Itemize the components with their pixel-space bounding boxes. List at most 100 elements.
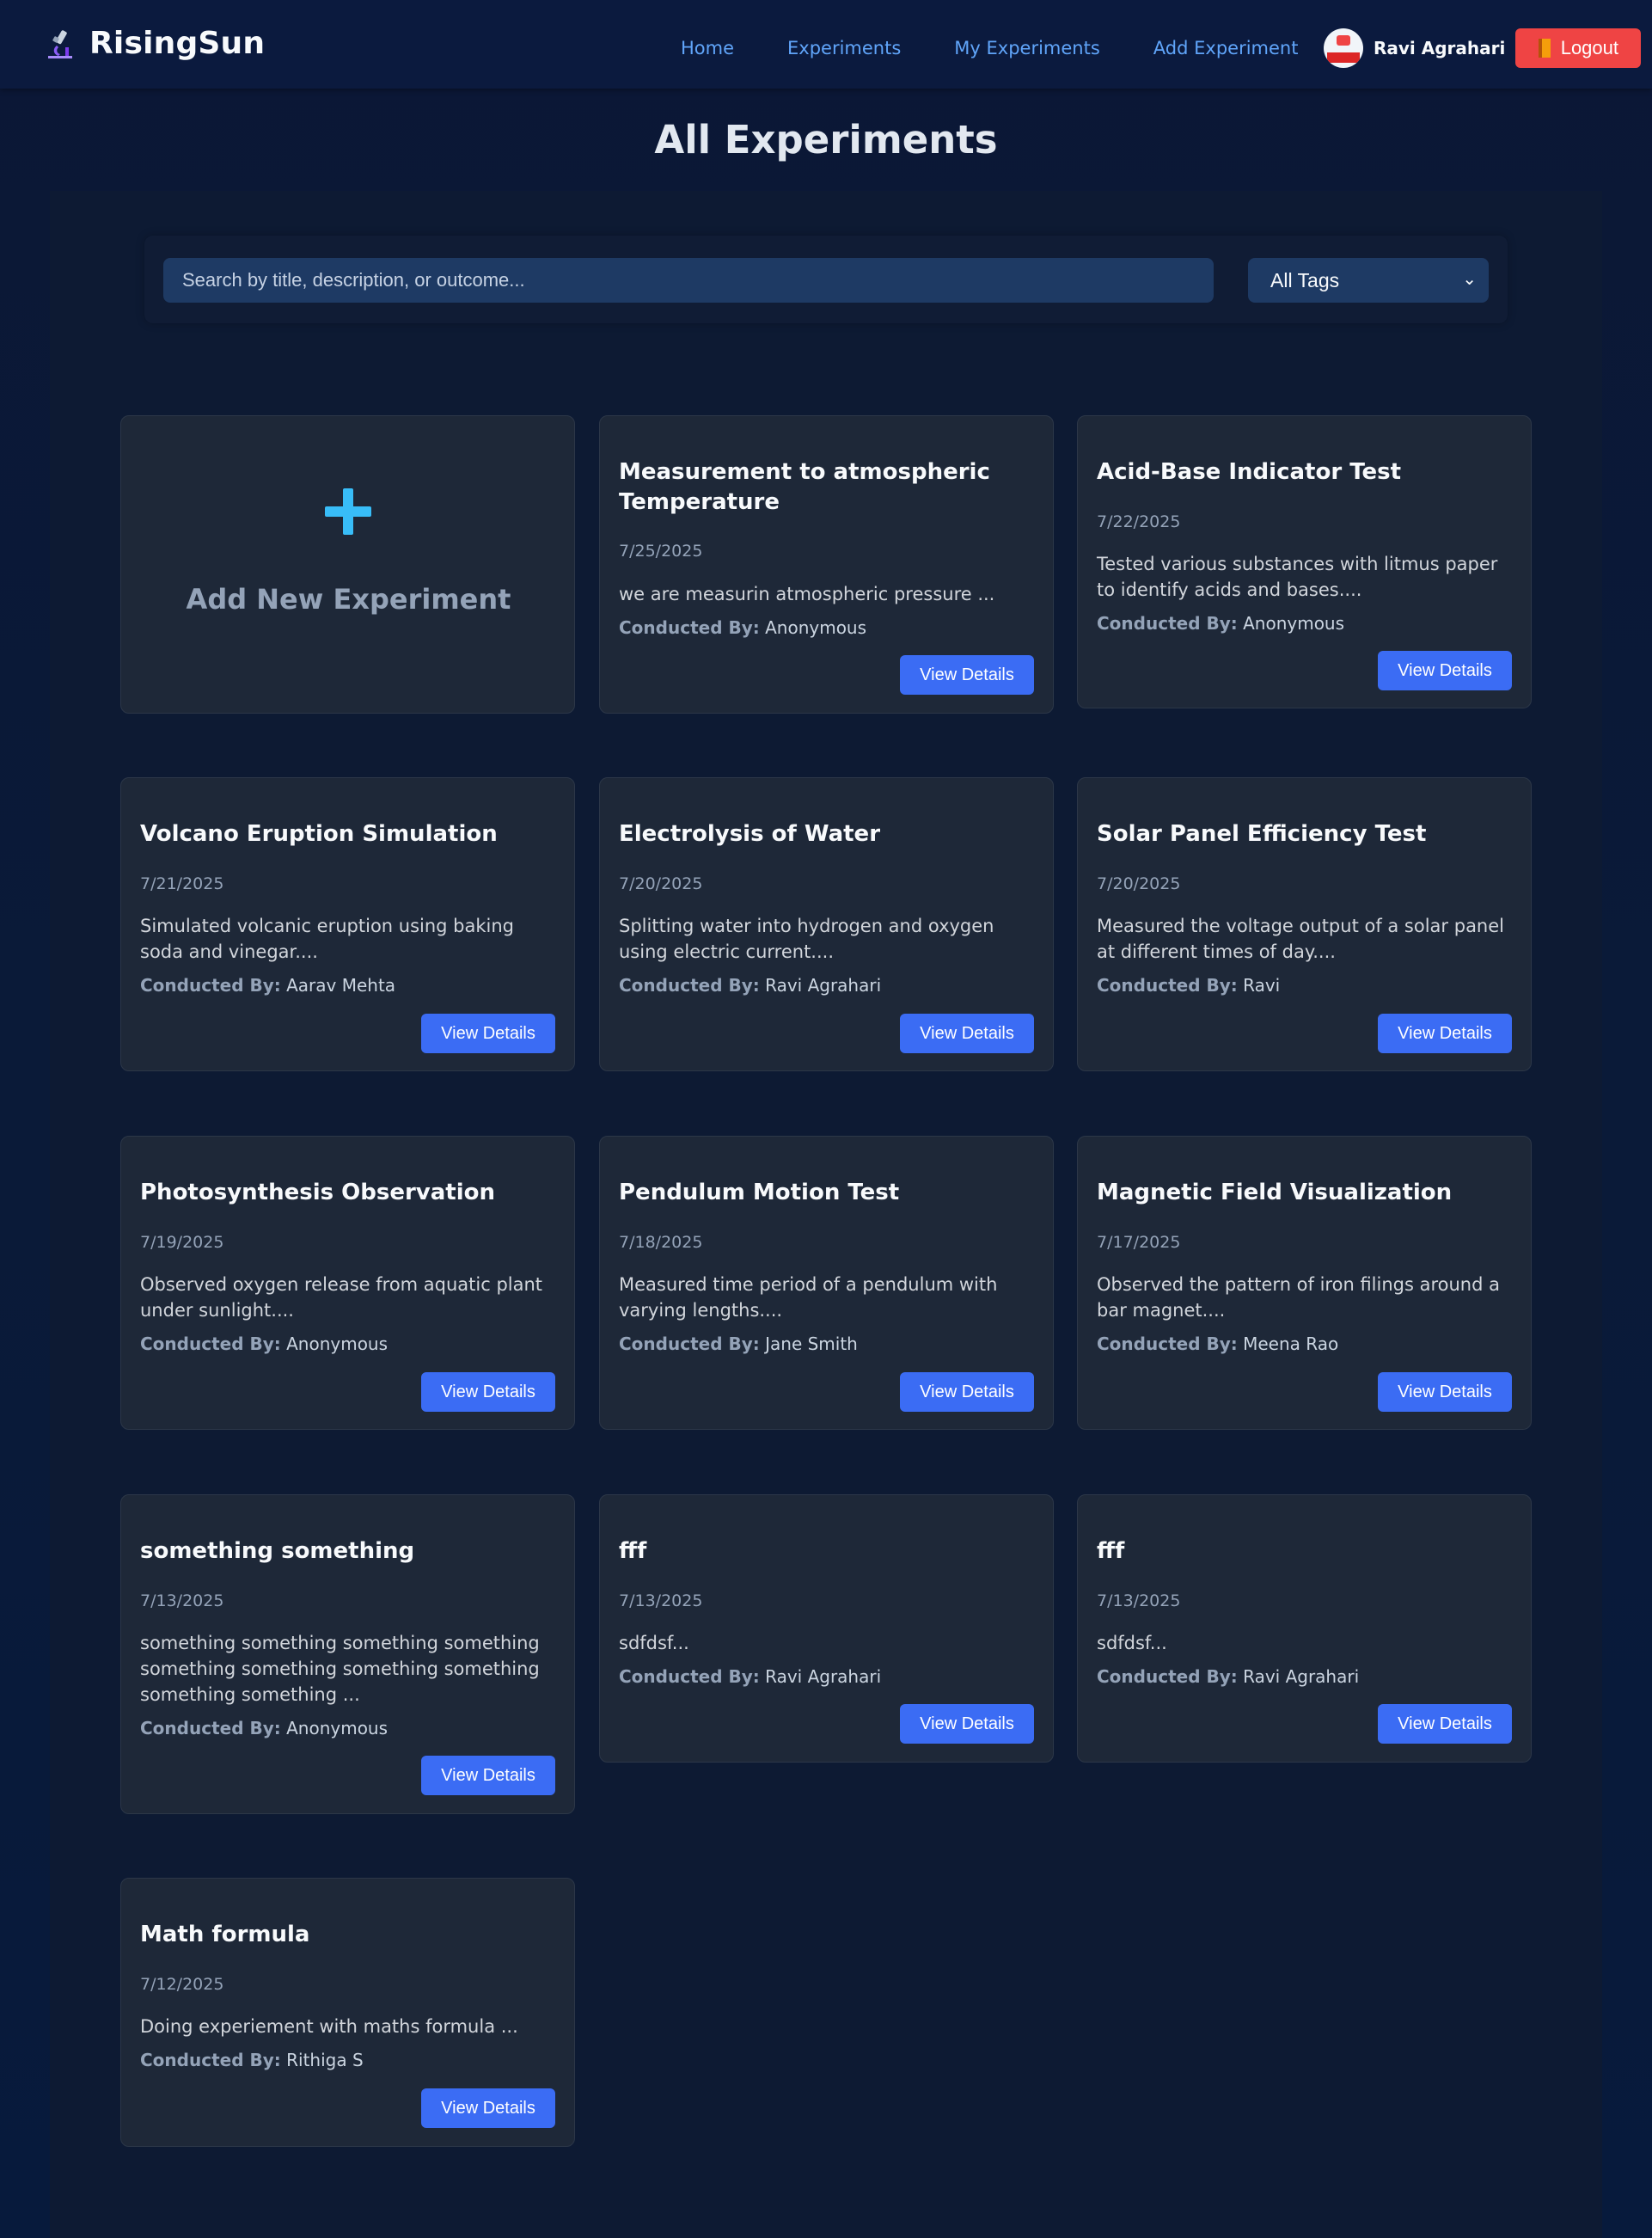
- conducted-by-value: Anonymous: [765, 617, 867, 638]
- nav-link-experiments[interactable]: Experiments: [787, 38, 901, 58]
- card-conducted-by: Conducted By: Anonymous: [140, 1718, 388, 1738]
- user-area: Ravi Agrahari Logout: [1324, 28, 1642, 68]
- conducted-by-value: Anonymous: [286, 1334, 389, 1354]
- add-experiment-label: Add New Experiment: [186, 583, 511, 616]
- conducted-by-label: Conducted By:: [619, 617, 760, 638]
- card-description: Observed the pattern of iron filings aro…: [1097, 1274, 1500, 1321]
- card-conducted-by: Conducted By: Anonymous: [1097, 613, 1344, 634]
- tag-select-value: All Tags: [1270, 268, 1340, 291]
- add-experiment-card[interactable]: Add New Experiment: [120, 415, 575, 714]
- card-title: Volcano Eruption Simulation: [140, 821, 498, 847]
- conducted-by-value: Rithiga S: [286, 2050, 364, 2070]
- card-description: Measured the voltage output of a solar p…: [1097, 916, 1504, 962]
- experiment-card: Volcano Eruption Simulation 7/21/2025 Si…: [120, 777, 575, 1071]
- tag-select[interactable]: All Tags ⌄: [1248, 258, 1489, 303]
- conducted-by-value: Ravi Agrahari: [765, 975, 882, 996]
- conducted-by-label: Conducted By:: [1097, 1666, 1238, 1687]
- experiment-card: Math formula 7/12/2025 Doing experiement…: [120, 1878, 575, 2147]
- brand-name: RisingSun: [89, 26, 266, 61]
- experiment-card: Magnetic Field Visualization 7/17/2025 O…: [1077, 1136, 1532, 1430]
- conducted-by-label: Conducted By:: [140, 2050, 281, 2070]
- card-title: Photosynthesis Observation: [140, 1180, 495, 1205]
- card-conducted-by: Conducted By: Ravi Agrahari: [619, 1666, 881, 1687]
- card-description: Measured time period of a pendulum with …: [619, 1274, 998, 1321]
- view-details-button[interactable]: View Details: [1378, 1704, 1512, 1744]
- card-date: 7/19/2025: [140, 1233, 224, 1252]
- nav-link-my-experiments[interactable]: My Experiments: [954, 38, 1100, 58]
- card-date: 7/25/2025: [619, 542, 703, 561]
- conducted-by-label: Conducted By:: [1097, 975, 1238, 996]
- experiment-card: Acid-Base Indicator Test 7/22/2025 Teste…: [1077, 415, 1532, 708]
- card-conducted-by: Conducted By: Anonymous: [140, 1334, 388, 1354]
- experiment-card: Solar Panel Efficiency Test 7/20/2025 Me…: [1077, 777, 1532, 1071]
- nav-link-add-experiment[interactable]: Add Experiment: [1153, 38, 1299, 58]
- conducted-by-label: Conducted By:: [1097, 1334, 1238, 1354]
- logout-button[interactable]: Logout: [1515, 28, 1642, 68]
- card-title: fff: [619, 1538, 647, 1564]
- microscope-icon: [48, 29, 72, 58]
- card-title: Measurement to atmospheric Temperature: [619, 459, 990, 515]
- conducted-by-value: Jane Smith: [765, 1334, 858, 1354]
- conducted-by-value: Ravi: [1243, 975, 1281, 996]
- card-conducted-by: Conducted By: Ravi Agrahari: [1097, 1666, 1359, 1687]
- experiment-card: Electrolysis of Water 7/20/2025 Splittin…: [599, 777, 1054, 1071]
- search-input[interactable]: [163, 258, 1214, 303]
- card-date: 7/17/2025: [1097, 1233, 1181, 1252]
- conducted-by-value: Ravi Agrahari: [765, 1666, 882, 1687]
- view-details-button[interactable]: View Details: [900, 1014, 1034, 1053]
- experiment-card: fff 7/13/2025 sdfdsf... Conducted By: Ra…: [599, 1494, 1054, 1763]
- experiment-card: Measurement to atmospheric Temperature 7…: [599, 415, 1054, 714]
- view-details-button[interactable]: View Details: [900, 655, 1034, 695]
- view-details-button[interactable]: View Details: [1378, 1372, 1512, 1412]
- card-date: 7/18/2025: [619, 1233, 703, 1252]
- card-date: 7/12/2025: [140, 1975, 224, 1994]
- experiment-card: Photosynthesis Observation 7/19/2025 Obs…: [120, 1136, 575, 1430]
- conducted-by-label: Conducted By:: [619, 1666, 760, 1687]
- conducted-by-value: Meena Rao: [1243, 1334, 1339, 1354]
- card-date: 7/21/2025: [140, 874, 224, 893]
- view-details-button[interactable]: View Details: [1378, 651, 1512, 690]
- view-details-button[interactable]: View Details: [421, 2088, 555, 2128]
- view-details-button[interactable]: View Details: [421, 1014, 555, 1053]
- conducted-by-label: Conducted By:: [140, 1334, 281, 1354]
- view-details-button[interactable]: View Details: [421, 1756, 555, 1795]
- card-description: something something something something …: [140, 1633, 540, 1705]
- navbar: RisingSun Home Experiments My Experiment…: [0, 0, 1652, 89]
- chevron-down-icon: ⌄: [1462, 270, 1477, 289]
- card-description: Splitting water into hydrogen and oxygen…: [619, 916, 994, 962]
- conducted-by-label: Conducted By:: [140, 975, 281, 996]
- brand[interactable]: RisingSun: [43, 26, 265, 61]
- nav-links: Home Experiments My Experiments Add Expe…: [681, 38, 1351, 58]
- experiment-card: fff 7/13/2025 sdfdsf... Conducted By: Ra…: [1077, 1494, 1532, 1763]
- card-title: Electrolysis of Water: [619, 821, 881, 847]
- avatar[interactable]: [1324, 28, 1363, 68]
- door-icon: [1538, 39, 1551, 58]
- view-details-button[interactable]: View Details: [421, 1372, 555, 1412]
- conducted-by-value: Aarav Mehta: [286, 975, 396, 996]
- card-title: something something: [140, 1538, 415, 1564]
- card-date: 7/22/2025: [1097, 512, 1181, 531]
- logout-label: Logout: [1560, 37, 1618, 58]
- experiment-card: Pendulum Motion Test 7/18/2025 Measured …: [599, 1136, 1054, 1430]
- card-description: Doing experiement with maths formula ...: [140, 2016, 518, 2037]
- card-date: 7/13/2025: [619, 1591, 703, 1610]
- card-conducted-by: Conducted By: Ravi: [1097, 975, 1280, 996]
- card-conducted-by: Conducted By: Anonymous: [619, 617, 866, 638]
- card-date: 7/20/2025: [619, 874, 703, 893]
- card-description: we are measurin atmospheric pressure ...: [619, 584, 995, 604]
- card-date: 7/13/2025: [1097, 1591, 1181, 1610]
- view-details-button[interactable]: View Details: [900, 1704, 1034, 1744]
- nav-link-home[interactable]: Home: [681, 38, 734, 58]
- card-title: Math formula: [140, 1922, 310, 1947]
- card-date: 7/20/2025: [1097, 874, 1181, 893]
- view-details-button[interactable]: View Details: [900, 1372, 1034, 1412]
- conducted-by-value: Ravi Agrahari: [1243, 1666, 1360, 1687]
- card-description: Tested various substances with litmus pa…: [1097, 554, 1498, 600]
- card-conducted-by: Conducted By: Jane Smith: [619, 1334, 858, 1354]
- plus-icon: [325, 488, 371, 535]
- card-title: fff: [1097, 1538, 1125, 1564]
- card-description: sdfdsf...: [619, 1633, 689, 1653]
- card-title: Solar Panel Efficiency Test: [1097, 821, 1427, 847]
- view-details-button[interactable]: View Details: [1378, 1014, 1512, 1053]
- user-name: Ravi Agrahari: [1374, 38, 1506, 58]
